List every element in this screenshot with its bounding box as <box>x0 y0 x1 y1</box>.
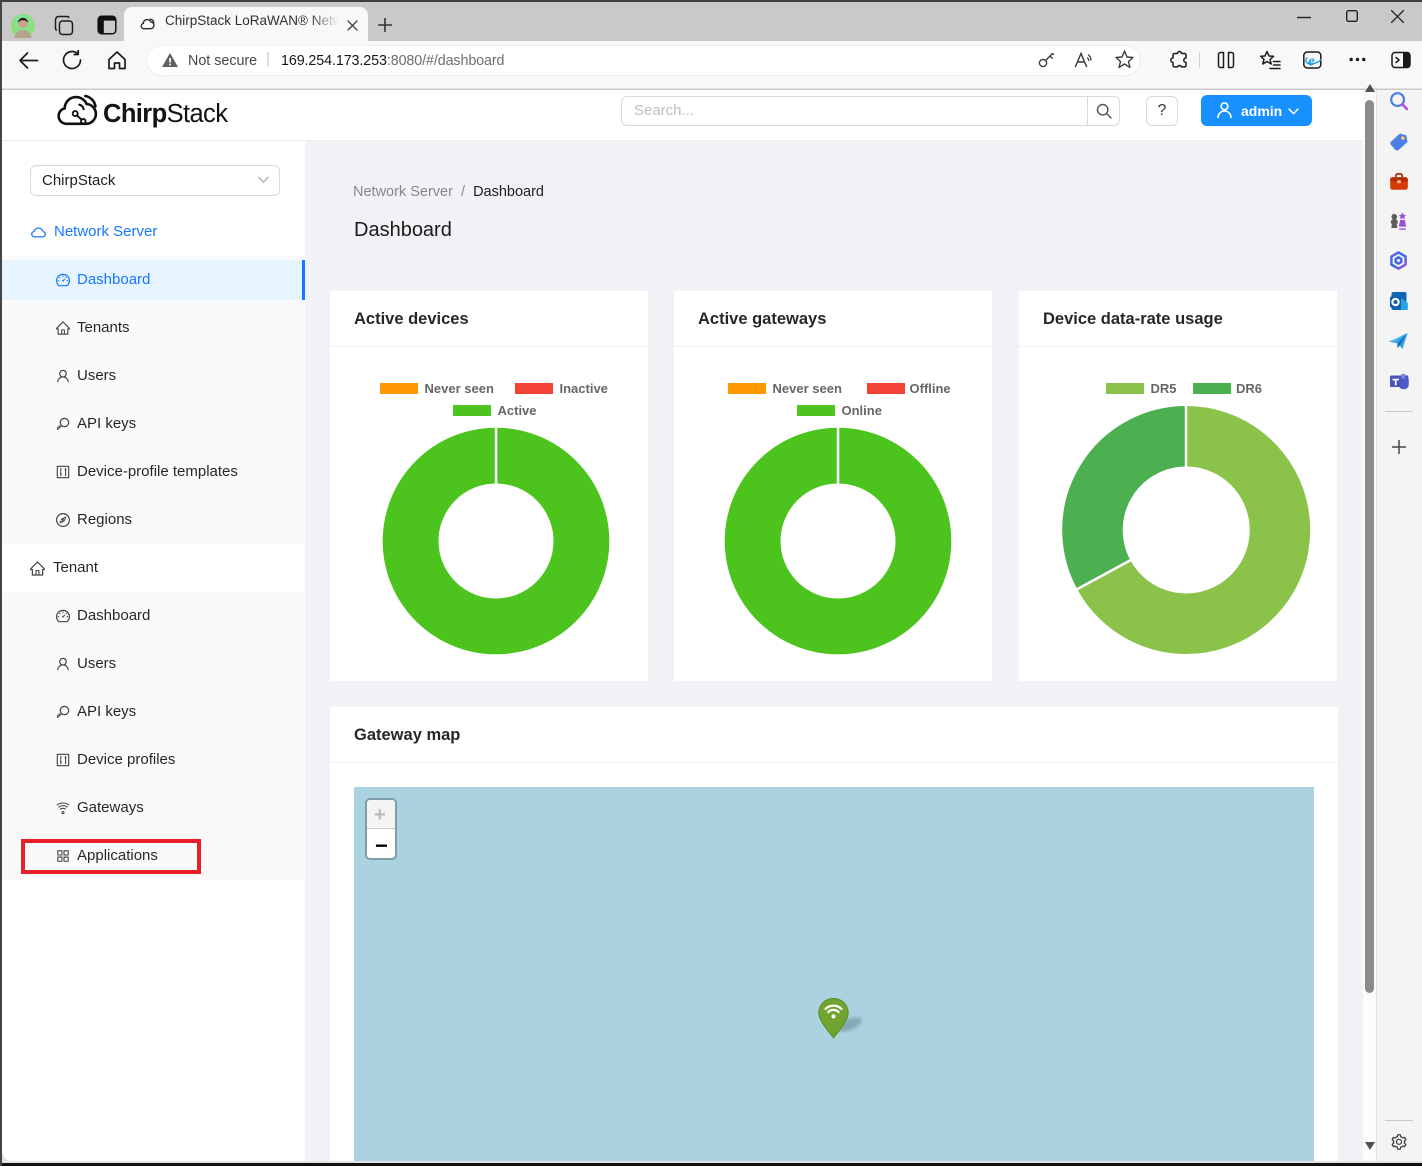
svg-text:e: e <box>1308 54 1315 70</box>
